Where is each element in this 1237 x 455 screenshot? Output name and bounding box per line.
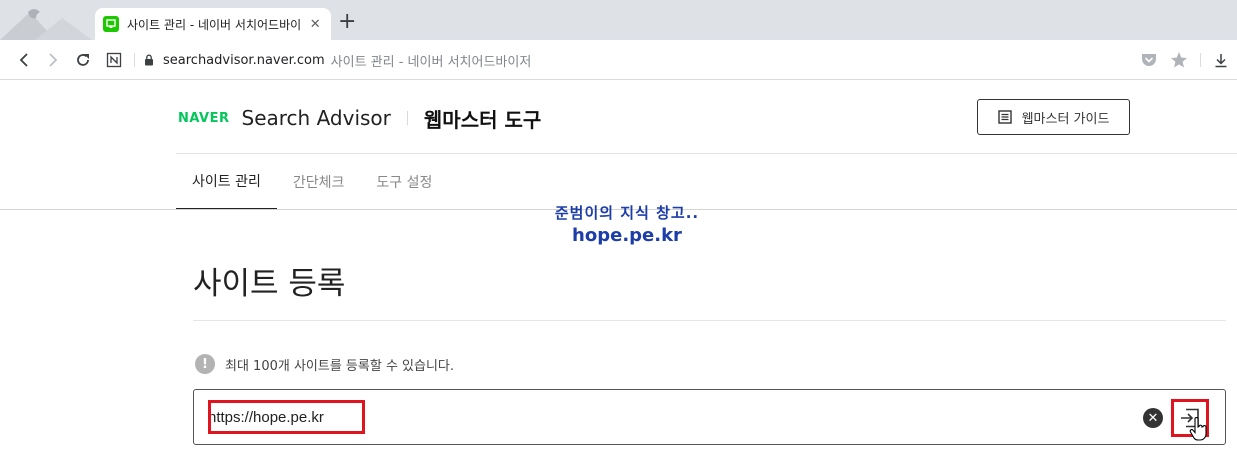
tab-tool-settings[interactable]: 도구 설정: [360, 154, 448, 210]
browser-tab-bar: 사이트 관리 - 네이버 서치어드바이저 ✕ +: [0, 0, 1237, 40]
naver-logo[interactable]: NAVER: [178, 111, 230, 126]
title-divider: [193, 320, 1226, 321]
page-subtitle: 웹마스터 도구: [423, 107, 542, 132]
site-header: NAVER Search Advisor 웹마스터 도구: [178, 100, 541, 136]
tab-close-icon[interactable]: ✕: [307, 17, 323, 32]
naver-home-icon[interactable]: [104, 50, 124, 70]
download-icon[interactable]: [1211, 50, 1231, 70]
toolbar-divider: [134, 53, 135, 67]
site-url-field[interactable]: [193, 389, 1226, 445]
clear-input-icon[interactable]: ✕: [1143, 408, 1163, 428]
browser-tab-active[interactable]: 사이트 관리 - 네이버 서치어드바이저 ✕: [95, 8, 331, 40]
site-url-input[interactable]: [208, 402, 908, 432]
brand-divider: [406, 111, 408, 125]
webmaster-guide-button[interactable]: 웹마스터 가이드: [977, 99, 1130, 135]
pocket-icon[interactable]: [1139, 50, 1159, 70]
watermark-line2: hope.pe.kr: [572, 225, 682, 246]
enter-arrow-icon: [1181, 408, 1199, 428]
tab-simple-check[interactable]: 간단체크: [277, 154, 361, 210]
brand-name[interactable]: Search Advisor: [242, 106, 391, 130]
toolbar-divider-right: [1200, 53, 1201, 67]
bird-theme-decoration-icon: [0, 9, 92, 40]
browser-toolbar: searchadvisor.naver.com 사이트 관리 - 네이버 서치어…: [0, 40, 1237, 80]
url-page-title: 사이트 관리 - 네이버 서치어드바이저: [330, 54, 532, 70]
main-nav-tabs: 사이트 관리 간단체크 도구 설정: [176, 154, 448, 210]
page-title: 사이트 등록: [193, 266, 346, 302]
bookmark-star-icon[interactable]: [1169, 50, 1189, 70]
webmaster-guide-label: 웹마스터 가이드: [1021, 111, 1110, 127]
search-advisor-favicon-icon: [103, 16, 119, 32]
register-submit-button[interactable]: [1171, 399, 1209, 437]
address-bar[interactable]: searchadvisor.naver.com 사이트 관리 - 네이버 서치어…: [144, 51, 532, 70]
url-host: searchadvisor.naver.com: [163, 52, 325, 68]
watermark-line1: 준범이의 지식 창고..: [554, 204, 700, 222]
site-limit-notice: ! 최대 100개 사이트를 등록할 수 있습니다.: [195, 354, 454, 374]
info-icon: !: [195, 354, 215, 374]
document-list-icon: [997, 110, 1012, 124]
back-arrow-icon[interactable]: [14, 50, 34, 70]
tab-title: 사이트 관리 - 네이버 서치어드바이저: [127, 17, 302, 32]
lock-icon: [145, 54, 153, 66]
new-tab-button[interactable]: +: [338, 11, 356, 33]
notice-text: 최대 100개 사이트를 등록할 수 있습니다.: [225, 358, 455, 374]
reload-icon[interactable]: [73, 50, 93, 70]
forward-arrow-icon[interactable]: [43, 50, 63, 70]
tab-site-management[interactable]: 사이트 관리: [176, 154, 277, 210]
watermark: 준범이의 지식 창고.. hope.pe.kr: [537, 202, 717, 246]
